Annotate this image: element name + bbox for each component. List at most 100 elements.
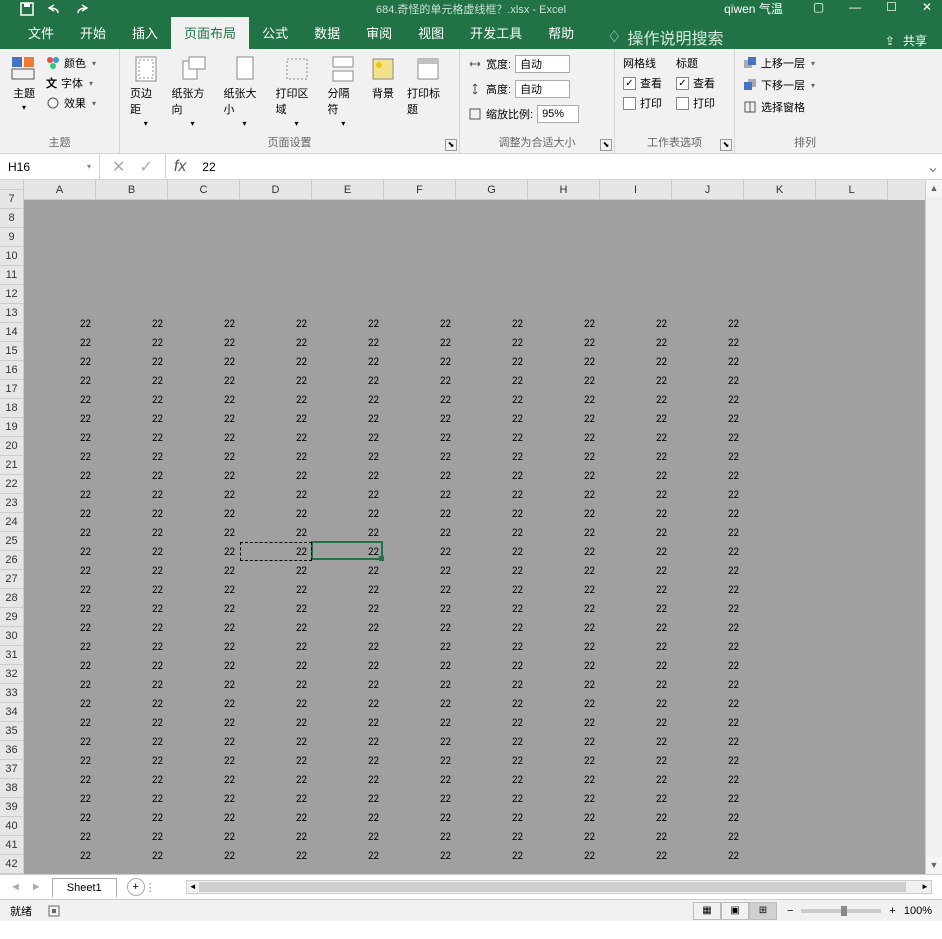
cell[interactable] [816, 846, 888, 865]
cell[interactable]: 22 [672, 333, 744, 352]
cell[interactable]: 22 [96, 827, 168, 846]
cell[interactable]: 22 [240, 466, 312, 485]
cell[interactable] [240, 257, 312, 276]
maximize-icon[interactable]: ☐ [886, 0, 897, 17]
cell[interactable] [744, 846, 816, 865]
cell[interactable] [24, 295, 96, 314]
cell[interactable]: 22 [600, 447, 672, 466]
effects-button[interactable]: 效果 [46, 93, 96, 113]
zoom-in-button[interactable]: + [889, 905, 895, 917]
row-header[interactable]: 41 [0, 836, 24, 855]
column-header[interactable]: D [240, 180, 312, 200]
cell[interactable]: 22 [672, 694, 744, 713]
cell[interactable]: 22 [168, 447, 240, 466]
cell[interactable] [24, 865, 96, 874]
cell[interactable]: 22 [528, 542, 600, 561]
cell[interactable]: 22 [312, 466, 384, 485]
cell[interactable]: 22 [672, 808, 744, 827]
cell[interactable]: 22 [456, 713, 528, 732]
cell[interactable]: 22 [456, 846, 528, 865]
cell[interactable]: 22 [96, 428, 168, 447]
cell[interactable]: 22 [528, 352, 600, 371]
cell[interactable]: 22 [456, 827, 528, 846]
cell[interactable]: 22 [312, 770, 384, 789]
cell[interactable]: 22 [240, 314, 312, 333]
cell[interactable]: 22 [96, 789, 168, 808]
cell[interactable] [816, 561, 888, 580]
cell[interactable]: 22 [384, 409, 456, 428]
cell[interactable]: 22 [384, 732, 456, 751]
cell[interactable]: 22 [672, 523, 744, 542]
cell[interactable]: 22 [168, 523, 240, 542]
cell[interactable] [744, 523, 816, 542]
cell[interactable]: 22 [312, 333, 384, 352]
tab-data[interactable]: 数据 [301, 16, 353, 49]
cell[interactable]: 22 [96, 637, 168, 656]
undo-icon[interactable] [46, 2, 64, 16]
cell[interactable] [240, 865, 312, 874]
zoom-level[interactable]: 100% [904, 905, 932, 917]
cell[interactable]: 22 [240, 694, 312, 713]
row-header[interactable]: 38 [0, 779, 24, 798]
bring-forward-button[interactable]: 上移一层 [743, 53, 815, 73]
column-header[interactable]: E [312, 180, 384, 200]
cell[interactable]: 22 [312, 314, 384, 333]
row-header[interactable]: 39 [0, 798, 24, 817]
cell[interactable] [240, 219, 312, 238]
cell[interactable]: 22 [24, 637, 96, 656]
cell[interactable]: 22 [24, 713, 96, 732]
cell[interactable]: 22 [96, 561, 168, 580]
worksheet-grid[interactable]: 7891011121314151617181920212223242526272… [0, 180, 942, 874]
cell[interactable]: 22 [600, 371, 672, 390]
cell[interactable]: 22 [168, 713, 240, 732]
cell[interactable]: 22 [96, 580, 168, 599]
row-header[interactable]: 8 [0, 209, 24, 228]
cell[interactable]: 22 [600, 694, 672, 713]
row-header[interactable]: 9 [0, 228, 24, 247]
cell[interactable] [168, 295, 240, 314]
cell[interactable]: 22 [528, 561, 600, 580]
cell[interactable]: 22 [312, 542, 384, 561]
cell[interactable]: 22 [672, 542, 744, 561]
cell[interactable]: 22 [240, 637, 312, 656]
cell[interactable]: 22 [528, 827, 600, 846]
cell[interactable] [816, 257, 888, 276]
column-header[interactable]: A [24, 180, 96, 200]
cell[interactable] [528, 219, 600, 238]
cell[interactable] [168, 276, 240, 295]
cell[interactable]: 22 [240, 447, 312, 466]
cell[interactable]: 22 [240, 333, 312, 352]
cell[interactable]: 22 [456, 523, 528, 542]
cell[interactable]: 22 [456, 751, 528, 770]
cell[interactable]: 22 [240, 713, 312, 732]
cell[interactable]: 22 [168, 409, 240, 428]
cell[interactable]: 22 [456, 599, 528, 618]
cell[interactable]: 22 [384, 428, 456, 447]
cell[interactable]: 22 [384, 523, 456, 542]
cell[interactable]: 22 [672, 352, 744, 371]
row-header[interactable]: 19 [0, 418, 24, 437]
cell[interactable] [528, 257, 600, 276]
column-header[interactable]: F [384, 180, 456, 200]
cell[interactable]: 22 [24, 409, 96, 428]
row-header[interactable]: 40 [0, 817, 24, 836]
cell[interactable]: 22 [528, 504, 600, 523]
cell[interactable]: 22 [456, 694, 528, 713]
cell[interactable]: 22 [672, 390, 744, 409]
cell[interactable]: 22 [312, 827, 384, 846]
cells-area[interactable]: 2222222222222222222222222222222222222222… [24, 200, 925, 874]
cell[interactable]: 22 [96, 732, 168, 751]
selection-pane-button[interactable]: 选择窗格 [743, 97, 805, 117]
cell[interactable]: 22 [528, 713, 600, 732]
cell[interactable]: 22 [312, 390, 384, 409]
column-header[interactable]: I [600, 180, 672, 200]
cell[interactable] [312, 295, 384, 314]
row-header[interactable]: 21 [0, 456, 24, 475]
cell[interactable]: 22 [312, 352, 384, 371]
cell[interactable] [168, 219, 240, 238]
cell[interactable]: 22 [24, 390, 96, 409]
cell[interactable] [744, 770, 816, 789]
cell[interactable]: 22 [528, 808, 600, 827]
cell[interactable]: 22 [96, 371, 168, 390]
cell[interactable]: 22 [600, 751, 672, 770]
